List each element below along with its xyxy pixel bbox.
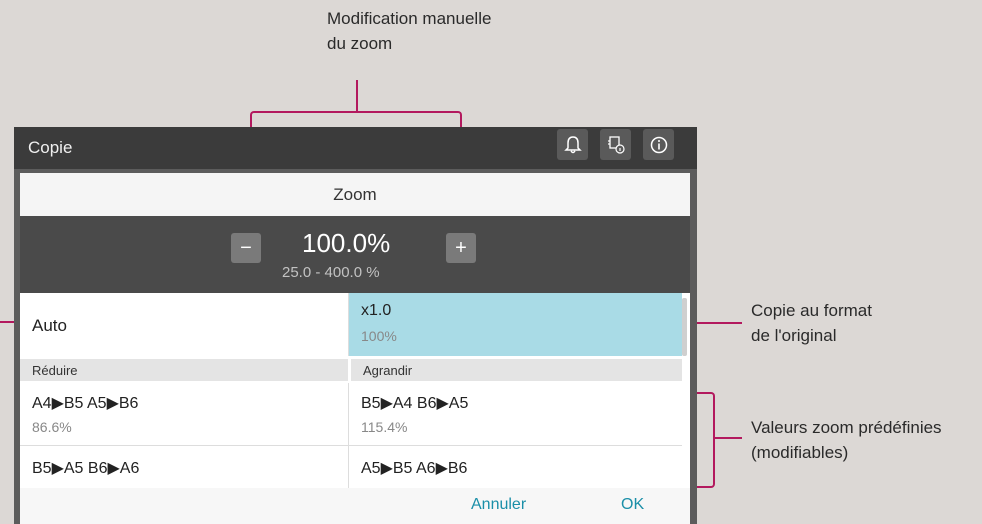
annotation-presets-line2: (modifiables) [751,443,849,462]
dialog-footer: Annuler OK [20,488,690,524]
scrollbar[interactable] [682,298,687,356]
cancel-button[interactable]: Annuler [471,496,526,514]
bell-icon[interactable] [557,129,588,160]
zoom-control-bar: − 100.0% 25.0 - 400.0 % + [20,216,690,293]
job-status-icon[interactable] [600,129,631,160]
ok-button[interactable]: OK [621,496,644,514]
annotation-zoom-manual: Modification manuelle du zoom [327,6,491,56]
reduce-header-label: Réduire [32,363,78,378]
annotation-zoom-manual-line1: Modification manuelle [327,9,492,28]
annotation-presets: Valeurs zoom prédéfinies (modifiables) [751,415,942,465]
preset-percent: 86.6% [32,419,72,435]
reduce-preset[interactable]: B5▶A5 B6▶A6 [20,446,349,488]
title-bar: Copie [14,127,697,169]
auto-zoom-option[interactable]: Auto [20,293,349,356]
preset-label: A5▶B5 A6▶B6 [361,460,468,477]
window-title: Copie [28,138,73,157]
enlarge-header: Agrandir [351,359,682,381]
dialog-header: Zoom [20,173,690,216]
preset-label: B5▶A4 B6▶A5 [361,395,469,412]
annotation-presets-line1: Valeurs zoom prédéfinies [751,418,942,437]
original-zoom-value: x1.0 [361,302,392,319]
preset-percent: 115.4% [361,419,408,435]
copier-screen: Copie Zoom − 100.0% 25.0 - 400.0 % + Aut… [14,127,697,524]
original-size-option[interactable]: x1.0 100% [349,293,682,356]
zoom-dialog: Zoom − 100.0% 25.0 - 400.0 % + Auto x1.0… [20,173,690,524]
annotation-copy-original-line2: de l'original [751,326,837,345]
preset-label: B5▶A5 B6▶A6 [32,460,140,477]
enlarge-preset[interactable]: A5▶B5 A6▶B6 [349,446,682,488]
annotation-zoom-manual-line2: du zoom [327,34,393,53]
info-icon[interactable] [643,129,674,160]
zoom-minus-button[interactable]: − [231,233,261,263]
zoom-value: 100.0% [302,228,391,258]
zoom-plus-button[interactable]: + [446,233,476,263]
annotation-copy-original: Copie au format de l'original [751,298,872,348]
callout-line [356,80,358,112]
original-zoom-percent: 100% [361,328,397,344]
dialog-title: Zoom [333,185,377,204]
auto-label: Auto [32,316,67,335]
callout-line [714,437,742,439]
reduce-header: Réduire [20,359,348,381]
annotation-copy-original-line1: Copie au format [751,301,872,320]
reduce-preset[interactable]: A4▶B5 A5▶B6 86.6% [20,383,349,446]
enlarge-preset[interactable]: B5▶A4 B6▶A5 115.4% [349,383,682,446]
zoom-range: 25.0 - 400.0 % [282,264,380,281]
preset-label: A4▶B5 A5▶B6 [32,395,139,412]
enlarge-header-label: Agrandir [363,363,413,378]
